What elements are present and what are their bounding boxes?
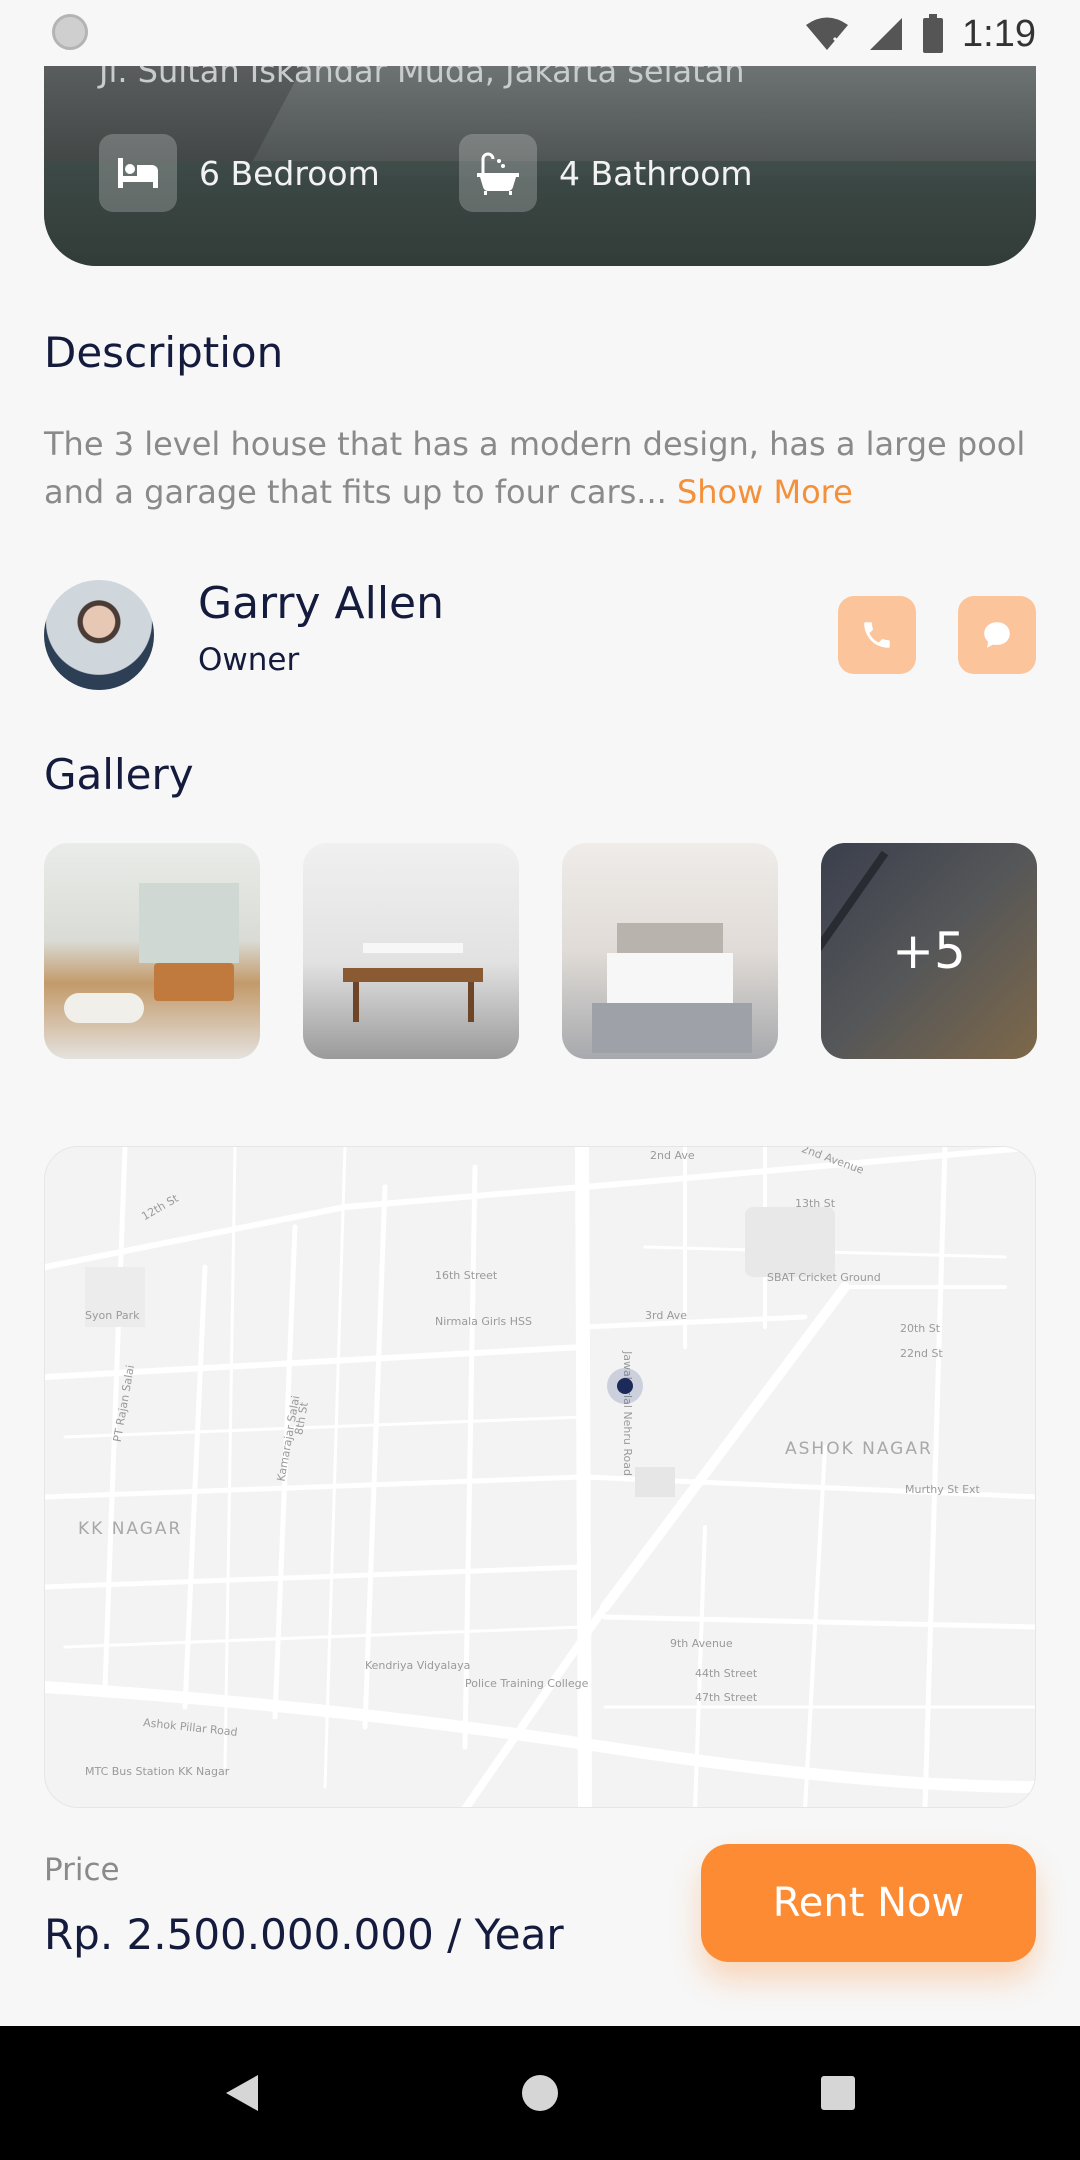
map-label: Kendriya Vidyalaya: [365, 1659, 471, 1672]
map-label: Police Training College: [465, 1677, 589, 1690]
map-label: 22nd St: [900, 1347, 943, 1360]
bathroom-count: 4 Bathroom: [559, 153, 753, 193]
gallery-image-bedroom[interactable]: [562, 843, 778, 1059]
home-circle-icon: [522, 2075, 558, 2111]
price-label: Price: [44, 1852, 120, 1888]
bed-icon: [99, 134, 177, 212]
recents-square-icon: [821, 2076, 855, 2110]
wifi-icon: [806, 17, 849, 50]
map-label: 2nd Ave: [650, 1149, 695, 1162]
map-label: 9th Avenue: [670, 1637, 733, 1650]
map-label: Murthy St Ext: [905, 1483, 980, 1496]
map-area-label: KK NAGAR: [78, 1519, 183, 1539]
map-label: 3rd Ave: [645, 1309, 687, 1322]
map-area-label: ASHOK NAGAR: [785, 1439, 933, 1459]
notification-icon: [52, 14, 88, 50]
owner-name: Garry Allen: [198, 578, 444, 629]
show-more-link[interactable]: Show More: [677, 473, 853, 511]
chat-bubble-icon: [984, 622, 1010, 648]
bathroom-feature: 4 Bathroom: [459, 134, 753, 212]
map-label: 13th St: [795, 1197, 836, 1210]
description-body: The 3 level house that has a modern desi…: [44, 425, 1026, 511]
map-label: MTC Bus Station KK Nagar: [85, 1765, 230, 1778]
back-triangle-icon: [226, 2075, 258, 2111]
map-label: SBAT Cricket Ground: [767, 1271, 881, 1284]
status-bar: 1:19: [0, 0, 1080, 66]
gallery-image-living-room[interactable]: [44, 843, 260, 1059]
location-pin-icon: [607, 1368, 643, 1404]
gallery-image-dining-room[interactable]: [303, 843, 519, 1059]
property-hero-image: Jl. Sultan Iskandar Muda, Jakarta selata…: [44, 66, 1036, 266]
description-title: Description: [44, 328, 284, 377]
map-streets: [45, 1147, 1035, 1807]
description-text: The 3 level house that has a modern desi…: [44, 420, 1034, 516]
gallery-more-images[interactable]: +5: [821, 843, 1037, 1059]
call-button[interactable]: [838, 596, 916, 674]
signal-icon: [870, 18, 903, 50]
clock: 1:19: [962, 12, 1036, 55]
property-address: Jl. Sultan Iskandar Muda, Jakarta selata…: [99, 66, 745, 90]
back-button[interactable]: [182, 2026, 302, 2160]
map-label: Nirmala Girls HSS: [435, 1315, 532, 1328]
map-label: 20th St: [900, 1322, 941, 1335]
map-label: Syon Park: [85, 1309, 140, 1322]
gallery-more-count: +5: [821, 843, 1037, 1059]
gallery-title: Gallery: [44, 750, 194, 799]
owner-role: Owner: [198, 642, 300, 678]
owner-avatar[interactable]: [44, 580, 154, 690]
recents-button[interactable]: [778, 2026, 898, 2160]
message-button[interactable]: [958, 596, 1036, 674]
rent-now-button[interactable]: Rent Now: [701, 1844, 1036, 1962]
bathtub-icon: [459, 134, 537, 212]
battery-icon: [923, 14, 944, 53]
map-label: 47th Street: [695, 1691, 758, 1704]
status-icons: 1:19: [804, 6, 1036, 62]
bedroom-count: 6 Bedroom: [199, 153, 380, 193]
system-navigation-bar: [0, 2026, 1080, 2160]
price-value: Rp. 2.500.000.000 / Year: [44, 1910, 564, 1959]
home-button[interactable]: [480, 2026, 600, 2160]
bedroom-feature: 6 Bedroom: [99, 134, 380, 212]
map-label: 16th Street: [435, 1269, 498, 1282]
phone-icon: [864, 622, 890, 648]
map-label: 44th Street: [695, 1667, 758, 1680]
location-map[interactable]: 2nd Ave 2nd Avenue 12th St 13th St 16th …: [44, 1146, 1036, 1808]
